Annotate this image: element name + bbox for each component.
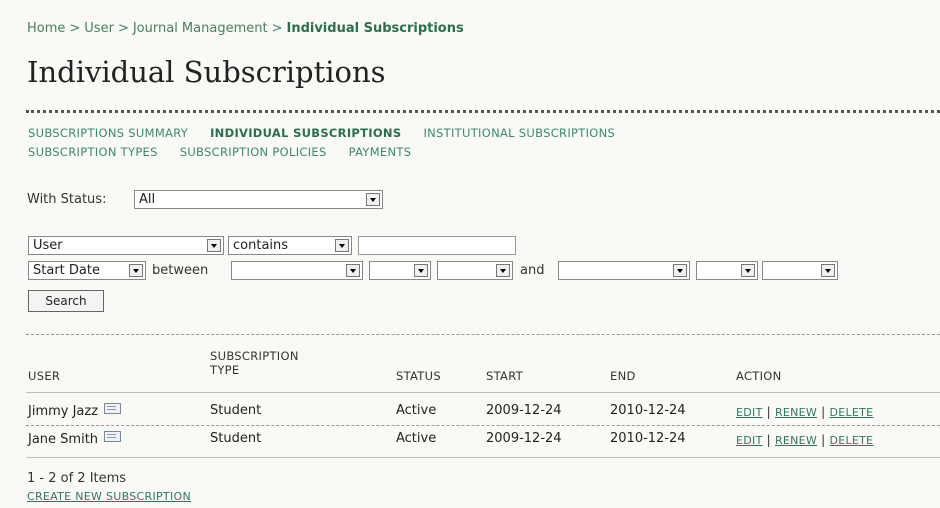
breadcrumb-user-link[interactable]: User <box>84 21 114 36</box>
between-label: between <box>152 263 209 278</box>
row-user-name: Jane Smith <box>28 432 99 447</box>
breadcrumb-current: Individual Subscriptions <box>286 21 464 36</box>
search-button[interactable]: Search <box>28 290 104 312</box>
status-select[interactable]: All <box>134 190 383 209</box>
row-status: Active <box>396 403 437 418</box>
table-top-divider <box>26 334 940 335</box>
delete-link[interactable]: DELETE <box>829 434 873 447</box>
to-day-select[interactable] <box>696 261 758 280</box>
status-label: With Status: <box>27 192 107 207</box>
nav-individual-subscriptions[interactable]: INDIVIDUAL SUBSCRIPTIONS <box>210 126 401 140</box>
chevron-down-icon <box>129 264 143 277</box>
and-label: and <box>520 263 545 278</box>
row-end-date: 2010-12-24 <box>610 403 686 418</box>
page: Home > User > Journal Management > Individual … <box>26 0 940 508</box>
column-header-end: END <box>610 369 636 383</box>
chevron-down-icon <box>414 264 428 277</box>
chevron-down-icon <box>207 239 221 252</box>
edit-link[interactable]: EDIT <box>736 434 763 447</box>
nav-subscription-types[interactable]: SUBSCRIPTION TYPES <box>28 145 158 159</box>
nav-payments[interactable]: PAYMENTS <box>349 145 412 159</box>
row-user: Jane Smith <box>28 431 122 447</box>
email-icon[interactable] <box>104 403 122 414</box>
column-header-action: ACTION <box>736 369 782 383</box>
row-start-date: 2009-12-24 <box>486 403 562 418</box>
row-subscription-type: Student <box>210 431 262 446</box>
column-header-start: START <box>486 369 523 383</box>
nav-institutional-subscriptions[interactable]: INSTITUTIONAL SUBSCRIPTIONS <box>423 126 615 140</box>
item-count: 1 - 2 of 2 Items <box>27 471 127 486</box>
chevron-down-icon <box>741 264 755 277</box>
action-separator: | <box>821 405 826 419</box>
search-field-value: User <box>33 238 63 253</box>
chevron-down-icon <box>335 239 349 252</box>
chevron-down-icon <box>673 264 687 277</box>
breadcrumb-separator: > <box>271 21 283 36</box>
row-actions: EDIT | RENEW | DELETE <box>736 405 873 419</box>
date-field-select[interactable]: Start Date <box>28 261 146 280</box>
chevron-down-icon <box>366 193 380 206</box>
status-select-value: All <box>139 192 156 207</box>
breadcrumb-separator: > <box>69 21 81 36</box>
from-day-select[interactable] <box>369 261 431 280</box>
from-month-select[interactable] <box>231 261 363 280</box>
row-subscription-type: Student <box>210 403 262 418</box>
search-input[interactable] <box>358 236 516 255</box>
renew-link[interactable]: RENEW <box>775 406 817 419</box>
search-match-value: contains <box>233 238 289 253</box>
action-separator: | <box>821 433 826 447</box>
chevron-down-icon <box>496 264 510 277</box>
delete-link[interactable]: DELETE <box>829 406 873 419</box>
to-year-select[interactable] <box>762 261 838 280</box>
edit-link[interactable]: EDIT <box>736 406 763 419</box>
row-end-date: 2010-12-24 <box>610 431 686 446</box>
renew-link[interactable]: RENEW <box>775 434 817 447</box>
row-user-name: Jimmy Jazz <box>28 404 99 419</box>
action-separator: | <box>766 405 771 419</box>
to-month-select[interactable] <box>558 261 690 280</box>
row-status: Active <box>396 431 437 446</box>
page-title: Individual Subscriptions <box>27 55 386 89</box>
action-separator: | <box>766 433 771 447</box>
breadcrumb-journal-management-link[interactable]: Journal Management <box>133 21 268 36</box>
column-header-status: STATUS <box>396 369 441 383</box>
email-icon[interactable] <box>104 431 122 442</box>
column-header-subscription-type: SUBSCRIPTION TYPE <box>210 349 299 377</box>
chevron-down-icon <box>346 264 360 277</box>
search-field-select[interactable]: User <box>28 236 224 255</box>
breadcrumb-separator: > <box>117 21 129 36</box>
table-header-divider <box>26 392 940 393</box>
row-start-date: 2009-12-24 <box>486 431 562 446</box>
date-field-value: Start Date <box>33 263 100 278</box>
column-header-user: USER <box>28 369 61 383</box>
from-year-select[interactable] <box>437 261 513 280</box>
table-bottom-divider <box>26 457 940 458</box>
row-actions: EDIT | RENEW | DELETE <box>736 433 873 447</box>
create-new-subscription-link[interactable]: CREATE NEW SUBSCRIPTION <box>27 490 191 503</box>
subscription-nav-row-1: SUBSCRIPTIONS SUMMARY INDIVIDUAL SUBSCRIP… <box>28 126 637 140</box>
breadcrumb: Home > User > Journal Management > Individual … <box>27 21 464 36</box>
subscription-nav-row-2: SUBSCRIPTION TYPES SUBSCRIPTION POLICIES P… <box>28 145 433 159</box>
breadcrumb-home-link[interactable]: Home <box>27 21 65 36</box>
title-divider <box>26 110 940 113</box>
search-match-select[interactable]: contains <box>228 236 352 255</box>
row-divider <box>26 425 940 426</box>
chevron-down-icon <box>821 264 835 277</box>
nav-subscription-policies[interactable]: SUBSCRIPTION POLICIES <box>180 145 327 159</box>
row-user: Jimmy Jazz <box>28 403 122 419</box>
nav-subscriptions-summary[interactable]: SUBSCRIPTIONS SUMMARY <box>28 126 188 140</box>
